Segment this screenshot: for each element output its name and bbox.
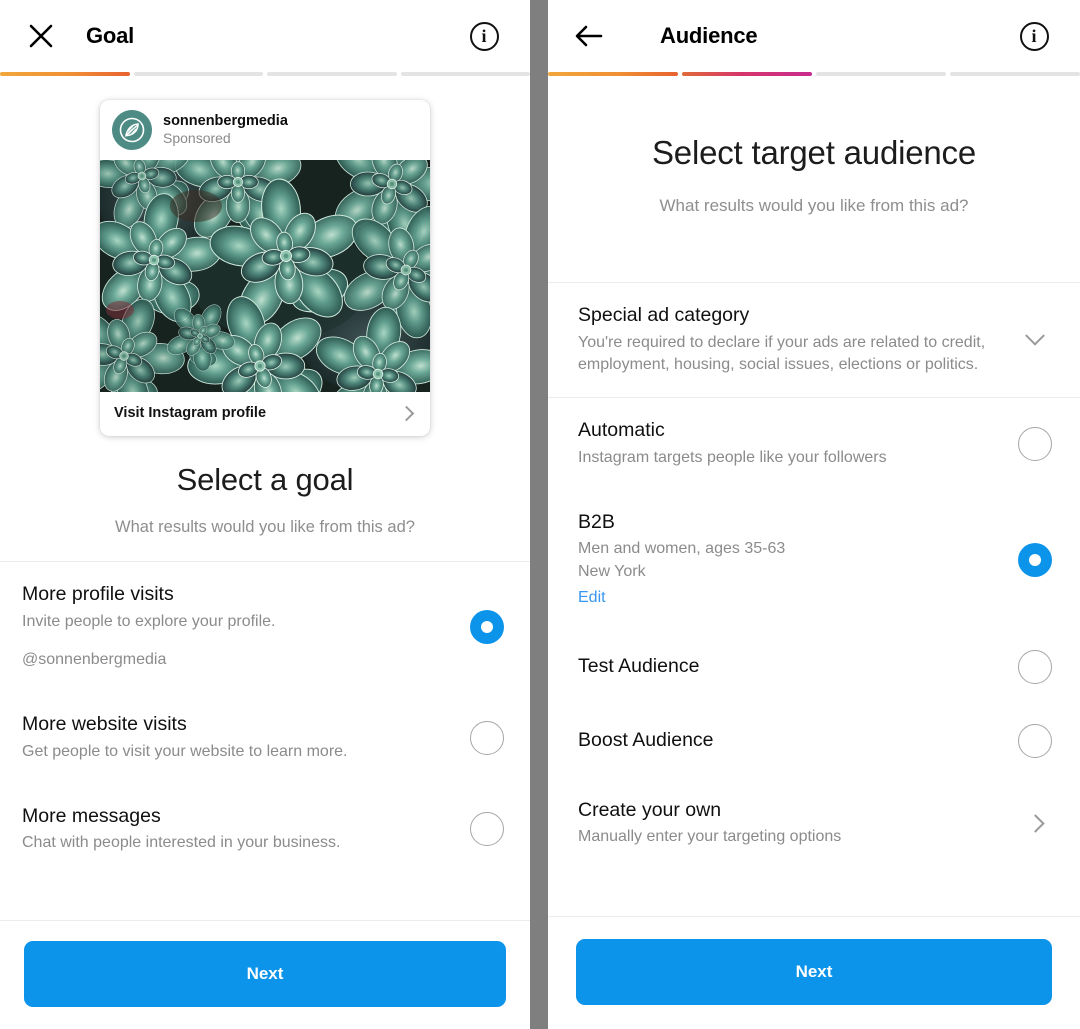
option-description: Manually enter your targeting options — [578, 828, 842, 846]
info-icon[interactable]: i — [1014, 16, 1054, 56]
info-icon[interactable]: i — [464, 16, 504, 56]
cta-label: Visit Instagram profile — [114, 405, 267, 421]
option-description: Instagram targets people like your follo… — [578, 448, 887, 466]
option-text: More profile visits Invite people to exp… — [22, 582, 456, 672]
audience-option-b2b[interactable]: B2B Men and women, ages 35-63 New York E… — [548, 490, 1080, 630]
radio-boost-audience[interactable] — [1018, 723, 1052, 758]
option-title: Automatic — [578, 419, 665, 442]
info-icon-glyph: i — [1019, 21, 1049, 51]
audience-option-automatic[interactable]: Automatic Instagram targets people like … — [548, 398, 1080, 489]
panel-separator — [530, 0, 548, 1029]
goal-option-profile-visits[interactable]: More profile visits Invite people to exp… — [0, 562, 530, 692]
radio-website-visits[interactable] — [470, 720, 504, 755]
audience-body: Select target audience What results woul… — [548, 76, 1080, 916]
option-title: More messages — [22, 804, 161, 827]
audience-option-test-audience[interactable]: Test Audience — [548, 630, 1080, 704]
info-icon-glyph: i — [469, 21, 499, 51]
goal-screen: Goal i sonnenbergmedia Sponsored Visit I… — [0, 0, 530, 1029]
goal-option-messages[interactable]: More messages Chat with people intereste… — [0, 784, 530, 875]
audience-footer: Next — [548, 916, 1080, 1029]
ad-preview-names: sonnenbergmedia Sponsored — [163, 113, 288, 148]
ad-account-name: sonnenbergmedia — [163, 112, 288, 129]
next-button[interactable]: Next — [24, 941, 506, 1007]
option-text: Boost Audience — [578, 728, 1004, 754]
option-text: Special ad category You're required to d… — [578, 303, 1004, 377]
radio-b2b[interactable] — [1018, 542, 1052, 577]
page-title: Audience — [660, 23, 758, 48]
option-location: New York — [578, 563, 646, 581]
dual-screenshot-stage: Goal i sonnenbergmedia Sponsored Visit I… — [0, 0, 1080, 1029]
option-description: Get people to visit your website to lear… — [22, 742, 348, 760]
option-description: Men and women, ages 35-63 — [578, 540, 786, 558]
create-your-own-row[interactable]: Create your own Manually enter your targ… — [548, 778, 1080, 869]
audience-screen: Audience i Select target audience What r… — [548, 0, 1080, 1029]
leaf-logo-icon — [112, 110, 152, 150]
option-description: Chat with people interested in your busi… — [22, 834, 341, 852]
audience-option-boost-audience[interactable]: Boost Audience — [548, 704, 1080, 778]
option-text: More website visits Get people to visit … — [22, 712, 456, 763]
option-title: Special ad category — [578, 304, 750, 326]
option-description: You're required to declare if your ads a… — [578, 333, 986, 374]
option-text: Create your own Manually enter your targ… — [578, 798, 1004, 849]
goal-option-website-visits[interactable]: More website visits Get people to visit … — [0, 692, 530, 783]
visit-profile-cta[interactable]: Visit Instagram profile — [100, 392, 430, 436]
option-title: Test Audience — [578, 654, 700, 677]
audience-heading: Select target audience — [652, 134, 976, 171]
option-description: Invite people to explore your profile. — [22, 612, 276, 630]
ad-preview-image — [100, 160, 430, 392]
audience-header: Audience i — [548, 0, 1080, 72]
option-title: B2B — [578, 510, 615, 533]
next-button[interactable]: Next — [576, 939, 1052, 1005]
option-title: More profile visits — [22, 583, 174, 605]
arrow-left-icon[interactable] — [566, 13, 612, 59]
chevron-right-icon — [398, 405, 415, 421]
special-ad-category-row[interactable]: Special ad category You're required to d… — [548, 283, 1080, 397]
goal-header: Goal i — [0, 0, 530, 72]
close-icon[interactable] — [18, 13, 64, 59]
chevron-right-icon[interactable] — [1018, 806, 1052, 840]
goal-footer: Next — [0, 920, 530, 1029]
option-text: Automatic Instagram targets people like … — [578, 418, 1004, 469]
chevron-down-icon[interactable] — [1018, 323, 1052, 357]
option-title: More website visits — [22, 713, 187, 736]
option-handle: @sonnenbergmedia — [22, 651, 167, 669]
ad-preview-wrap: sonnenbergmedia Sponsored Visit Instagra… — [0, 76, 530, 436]
ad-preview-header: sonnenbergmedia Sponsored — [100, 100, 430, 160]
audience-heading-block: Select target audience What results woul… — [548, 76, 1080, 282]
option-text: More messages Chat with people intereste… — [22, 804, 456, 855]
option-text: B2B Men and women, ages 35-63 New York E… — [578, 510, 1004, 610]
page-title: Goal — [86, 23, 135, 48]
audience-subheading: What results would you like from this ad… — [659, 196, 969, 215]
radio-test-audience[interactable] — [1018, 649, 1052, 684]
goal-body: sonnenbergmedia Sponsored Visit Instagra… — [0, 76, 530, 920]
goal-subheading: What results would you like from this ad… — [115, 518, 415, 536]
option-title: Create your own — [578, 798, 722, 821]
goal-heading: Select a goal — [176, 462, 354, 497]
option-title: Boost Audience — [578, 728, 714, 751]
ad-preview-card[interactable]: sonnenbergmedia Sponsored Visit Instagra… — [100, 100, 430, 436]
edit-link[interactable]: Edit — [578, 587, 1004, 610]
radio-messages[interactable] — [470, 812, 504, 847]
radio-automatic[interactable] — [1018, 426, 1052, 461]
option-text: Test Audience — [578, 654, 1004, 680]
sponsored-label: Sponsored — [163, 130, 231, 147]
goal-heading-block: Select a goal What results would you lik… — [0, 436, 530, 561]
radio-profile-visits[interactable] — [470, 610, 504, 645]
